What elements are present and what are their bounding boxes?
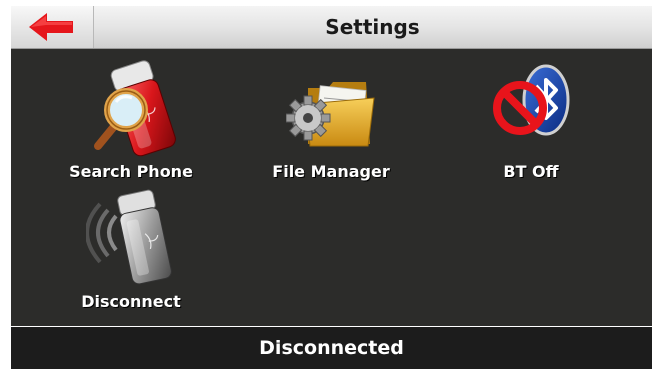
search-phone-button[interactable]: Search Phone	[56, 58, 206, 198]
settings-screen: Settings Search Phone File Manager BT Of…	[11, 6, 652, 369]
back-button[interactable]	[11, 6, 94, 48]
bt-off-button[interactable]: BT Off	[456, 58, 606, 198]
file-manager-label: File Manager	[272, 162, 390, 181]
file-manager-icon	[286, 82, 375, 147]
bluetooth-off-icon	[493, 64, 570, 136]
file-manager-button[interactable]: File Manager	[256, 58, 406, 198]
back-arrow-icon	[29, 13, 73, 41]
bt-off-label: BT Off	[503, 162, 559, 181]
title-bar: Settings	[11, 6, 652, 49]
disconnect-phone-icon	[86, 189, 172, 285]
search-phone-icon	[94, 60, 176, 157]
disconnect-button[interactable]: Disconnect	[56, 188, 206, 328]
disconnect-label: Disconnect	[81, 292, 181, 311]
page-title: Settings	[325, 15, 420, 39]
status-bar: Disconnected	[11, 326, 652, 369]
search-phone-label: Search Phone	[69, 162, 193, 181]
